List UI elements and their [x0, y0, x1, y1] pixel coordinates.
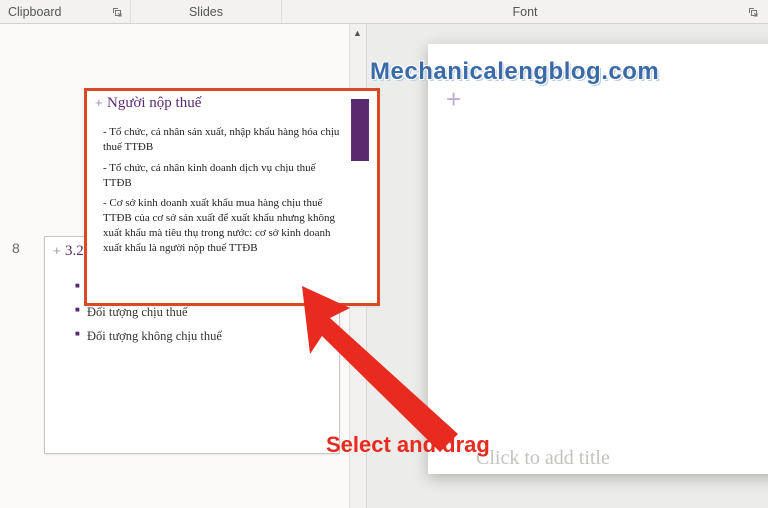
plus-marker-icon: + — [95, 95, 103, 110]
watermark-text: Mechanicalengblog.com — [370, 58, 659, 86]
slide-number-label: 8 — [12, 240, 20, 256]
slide-thumbnail-pane[interactable]: ▲ 8 + 3.2. Người nộp thuế Đối tượng chịu… — [0, 24, 367, 508]
workspace: ▲ 8 + 3.2. Người nộp thuế Đối tượng chịu… — [0, 24, 768, 508]
title-placeholder[interactable]: Click to add title — [476, 447, 610, 470]
group-slides-label: Slides — [181, 5, 231, 19]
dragged-slide-title: Người nộp thuế — [107, 95, 201, 112]
plus-marker-icon: + — [446, 84, 461, 115]
scroll-up-icon[interactable]: ▲ — [349, 24, 366, 41]
plus-marker-icon: + — [53, 243, 61, 258]
paragraph: - Cơ sở kinh doanh xuất khẩu mua hàng ch… — [103, 196, 343, 255]
group-clipboard-label: Clipboard — [0, 5, 70, 19]
accent-bar — [351, 99, 369, 161]
slide-thumbnail-dragged[interactable]: + Người nộp thuế - Tổ chức, cá nhân sản … — [84, 88, 380, 306]
clipboard-dialog-launcher-icon[interactable] — [110, 5, 124, 19]
list-item: Đối tượng không chịu thuế — [75, 325, 222, 349]
annotation-label: Select and drag — [326, 432, 490, 458]
ribbon-group-labels: Clipboard Slides Font — [0, 0, 768, 24]
font-dialog-launcher-icon[interactable] — [746, 5, 760, 19]
current-slide-canvas[interactable]: + Click to add title — [428, 44, 768, 474]
paragraph: - Tổ chức, cá nhân kinh doanh dịch vụ ch… — [103, 161, 343, 191]
dragged-slide-body: - Tổ chức, cá nhân sản xuất, nhập khẩu h… — [103, 125, 343, 262]
group-font-label: Font — [504, 5, 545, 19]
paragraph: - Tổ chức, cá nhân sản xuất, nhập khẩu h… — [103, 125, 343, 155]
